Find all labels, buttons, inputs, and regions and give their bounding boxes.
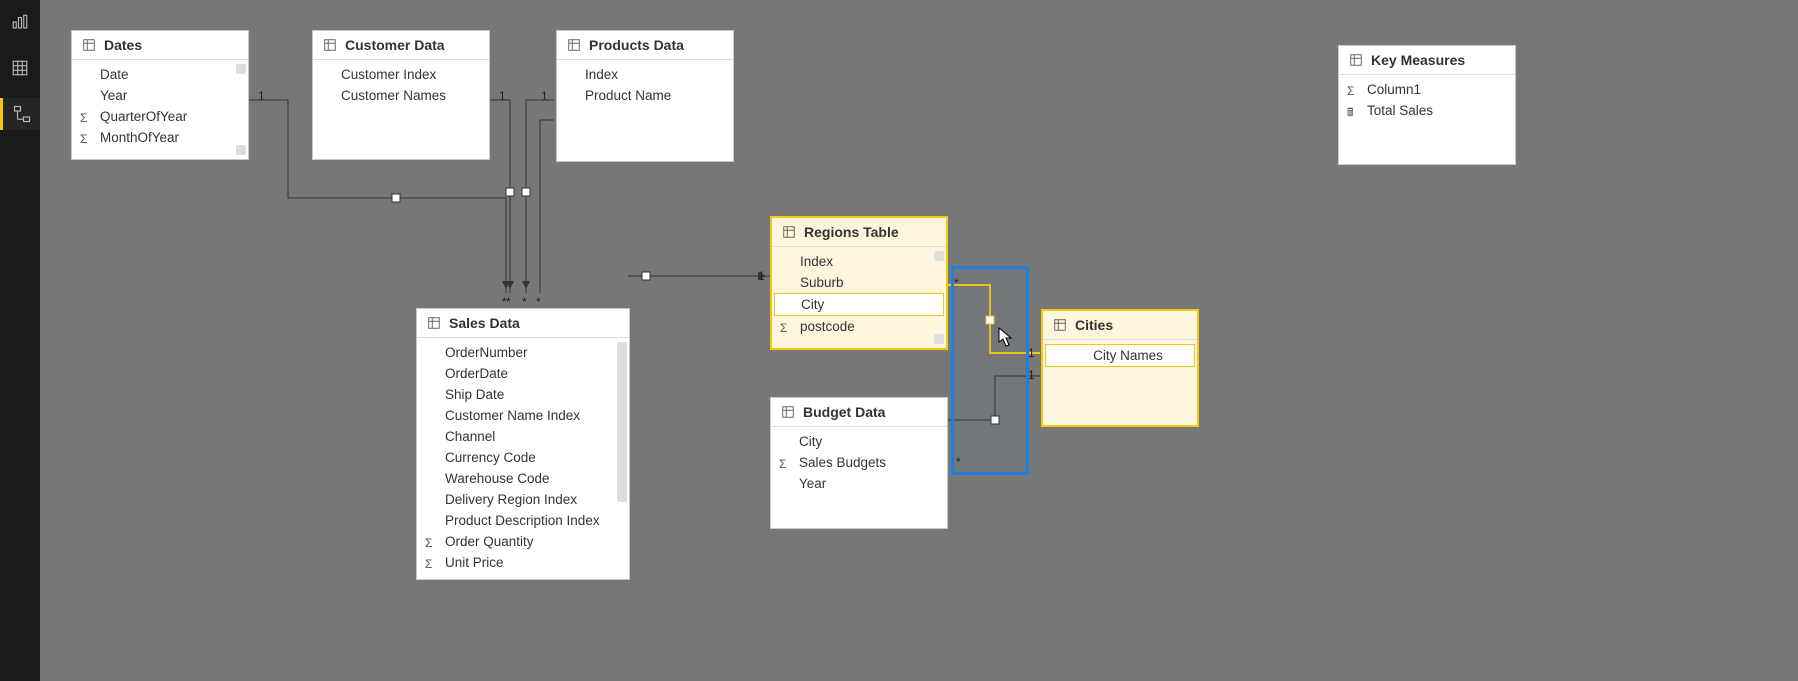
table-title: Key Measures bbox=[1371, 52, 1465, 68]
table-icon bbox=[82, 38, 96, 52]
field-item[interactable]: Total Sales bbox=[1339, 100, 1515, 121]
field-item[interactable]: OrderDate bbox=[417, 363, 629, 384]
field-item[interactable]: Delivery Region Index bbox=[417, 489, 629, 510]
table-header-customer[interactable]: Customer Data bbox=[313, 31, 489, 60]
model-canvas[interactable]: 1 * 1 * 1 * * 1 * 1 * 1 bbox=[40, 0, 1798, 681]
sigma-icon bbox=[1347, 83, 1361, 97]
table-title: Sales Data bbox=[449, 315, 520, 331]
svg-text:*: * bbox=[956, 455, 961, 469]
sigma-icon bbox=[425, 556, 439, 570]
table-card-budget[interactable]: Budget Data City Sales Budgets Year bbox=[770, 397, 948, 529]
table-title: Dates bbox=[104, 37, 142, 53]
drag-selection-rectangle bbox=[951, 266, 1029, 475]
scroll-down-icon[interactable] bbox=[934, 334, 944, 344]
field-item[interactable]: Suburb bbox=[772, 272, 946, 293]
field-item[interactable]: Customer Names bbox=[313, 85, 489, 106]
svg-text:*: * bbox=[522, 295, 527, 309]
svg-text:*: * bbox=[536, 295, 541, 309]
field-item[interactable]: Product Name bbox=[557, 85, 733, 106]
svg-text:*: * bbox=[506, 295, 511, 309]
field-item[interactable]: Order Quantity bbox=[417, 531, 629, 552]
relationship-icon bbox=[13, 105, 31, 123]
field-item[interactable]: City bbox=[771, 431, 947, 452]
table-card-customer[interactable]: Customer Data Customer Index Customer Na… bbox=[312, 30, 490, 160]
table-header-regions[interactable]: Regions Table bbox=[772, 218, 946, 247]
table-card-products[interactable]: Products Data Index Product Name bbox=[556, 30, 734, 162]
table-card-dates[interactable]: Dates Date Year QuarterOfYear MonthOfYea… bbox=[71, 30, 249, 160]
sigma-icon bbox=[779, 456, 793, 470]
table-title: Cities bbox=[1075, 317, 1113, 333]
field-item[interactable]: Sales Budgets bbox=[771, 452, 947, 473]
field-item[interactable]: Column1 bbox=[1339, 79, 1515, 100]
model-view-button[interactable] bbox=[0, 98, 40, 130]
report-view-button[interactable] bbox=[0, 6, 40, 38]
svg-text:1: 1 bbox=[541, 89, 548, 103]
field-item[interactable]: Index bbox=[557, 64, 733, 85]
field-item[interactable]: Unit Price bbox=[417, 552, 629, 573]
field-item[interactable]: Year bbox=[771, 473, 947, 494]
svg-text:1: 1 bbox=[1028, 346, 1035, 360]
table-icon bbox=[323, 38, 337, 52]
table-icon bbox=[567, 38, 581, 52]
sigma-icon bbox=[425, 535, 439, 549]
field-item[interactable]: postcode bbox=[772, 316, 946, 337]
table-title: Regions Table bbox=[804, 224, 899, 240]
sigma-icon bbox=[80, 110, 94, 124]
table-header-budget[interactable]: Budget Data bbox=[771, 398, 947, 427]
field-item[interactable]: Customer Index bbox=[313, 64, 489, 85]
field-item[interactable]: Year bbox=[72, 85, 248, 106]
svg-text:1: 1 bbox=[758, 269, 765, 283]
table-title: Customer Data bbox=[345, 37, 445, 53]
table-icon bbox=[782, 225, 796, 239]
field-item-highlighted[interactable]: City bbox=[774, 293, 944, 316]
table-header-dates[interactable]: Dates bbox=[72, 31, 248, 60]
field-item[interactable]: Date bbox=[72, 64, 248, 85]
svg-text:1: 1 bbox=[258, 89, 265, 103]
field-item[interactable]: MonthOfYear bbox=[72, 127, 248, 148]
sigma-icon bbox=[780, 320, 794, 334]
table-icon bbox=[427, 316, 441, 330]
scroll-down-icon[interactable] bbox=[236, 145, 246, 155]
sigma-icon bbox=[80, 131, 94, 145]
mouse-cursor-icon bbox=[998, 327, 1012, 347]
table-title: Products Data bbox=[589, 37, 684, 53]
svg-text:1: 1 bbox=[499, 89, 506, 103]
field-item-highlighted[interactable]: City Names bbox=[1045, 344, 1195, 367]
field-item[interactable]: Ship Date bbox=[417, 384, 629, 405]
field-item[interactable]: Index bbox=[772, 251, 946, 272]
table-header-sales[interactable]: Sales Data bbox=[417, 309, 629, 338]
field-item[interactable]: Channel bbox=[417, 426, 629, 447]
table-card-regions[interactable]: Regions Table Index Suburb City postcode bbox=[770, 216, 948, 350]
table-icon bbox=[1053, 318, 1067, 332]
field-item[interactable]: Product Description Index bbox=[417, 510, 629, 531]
table-card-cities[interactable]: Cities City Names bbox=[1041, 309, 1199, 427]
svg-text:*: * bbox=[502, 295, 507, 309]
measure-icon bbox=[1347, 104, 1361, 118]
field-item[interactable]: Warehouse Code bbox=[417, 468, 629, 489]
table-header-products[interactable]: Products Data bbox=[557, 31, 733, 60]
view-rail bbox=[0, 0, 40, 681]
table-title: Budget Data bbox=[803, 404, 885, 420]
table-icon bbox=[1349, 53, 1363, 67]
table-card-sales[interactable]: Sales Data OrderNumber OrderDate Ship Da… bbox=[416, 308, 630, 580]
data-view-button[interactable] bbox=[0, 52, 40, 84]
field-item[interactable]: OrderNumber bbox=[417, 342, 629, 363]
table-card-measures[interactable]: Key Measures Column1 Total Sales bbox=[1338, 45, 1516, 165]
field-item[interactable]: QuarterOfYear bbox=[72, 106, 248, 127]
table-grid-icon bbox=[11, 59, 29, 77]
svg-text:*: * bbox=[954, 276, 959, 290]
table-icon bbox=[781, 405, 795, 419]
bar-chart-icon bbox=[11, 13, 29, 31]
scroll-up-icon[interactable] bbox=[934, 251, 944, 261]
scroll-up-icon[interactable] bbox=[236, 64, 246, 74]
field-item[interactable]: Customer Name Index bbox=[417, 405, 629, 426]
field-item[interactable]: Currency Code bbox=[417, 447, 629, 468]
svg-text:1: 1 bbox=[1028, 368, 1035, 382]
table-header-measures[interactable]: Key Measures bbox=[1339, 46, 1515, 75]
scrollbar-thumb[interactable] bbox=[617, 342, 627, 502]
table-header-cities[interactable]: Cities bbox=[1043, 311, 1197, 340]
